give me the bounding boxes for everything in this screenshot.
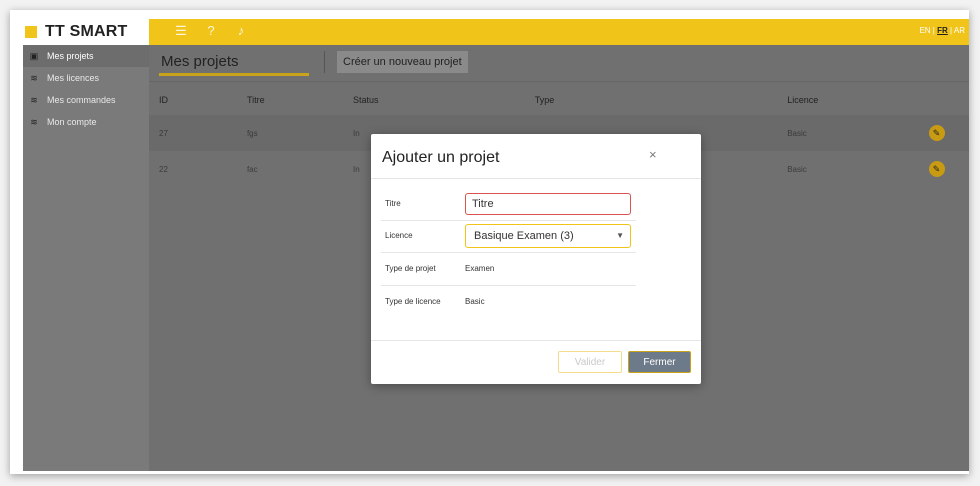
divider	[149, 81, 969, 82]
close-icon[interactable]: ×	[649, 147, 657, 162]
edit-icon[interactable]: ✎	[928, 161, 945, 177]
licence-select[interactable]: Basique Examen (3) ▼	[465, 224, 631, 248]
cell-licence: Basic	[787, 164, 807, 174]
cell-title: fac	[246, 164, 258, 174]
stack-icon: ≋	[30, 116, 38, 127]
titre-input[interactable]: Titre	[465, 193, 631, 215]
app: TT SMART ☰ ? ♪ EN | FR | AR ▣ Mes projet…	[23, 19, 969, 471]
cell-actions: ✎	[928, 115, 969, 151]
cell-actions: ✎	[928, 151, 969, 187]
cell-licence: Basic	[787, 128, 807, 138]
bell-icon[interactable]: ♪	[233, 23, 249, 39]
sidebar-item-mes-projets[interactable]: ▣ Mes projets	[23, 45, 149, 67]
tab-separator	[324, 51, 325, 73]
licence-select-value: Basique Examen (3)	[474, 230, 574, 242]
menu-icon[interactable]: ☰	[173, 23, 189, 39]
language-switcher: EN | FR | AR	[919, 26, 965, 35]
brand-logo-icon	[25, 26, 37, 38]
form-row-type-licence: Type de licence Basic	[381, 286, 636, 318]
lang-ar[interactable]: AR	[954, 26, 965, 35]
chevron-down-icon: ▼	[616, 231, 624, 240]
stack-icon: ≋	[30, 72, 38, 83]
form-row-type-projet: Type de projet Examen	[381, 253, 636, 286]
cell-id: 22	[159, 164, 168, 174]
tabs: Mes projets Créer un nouveau projet	[149, 45, 969, 82]
form-row-licence: Licence Basique Examen (3) ▼	[381, 220, 636, 253]
divider	[371, 178, 701, 179]
type-licence-value: Basic	[465, 297, 485, 306]
window-frame: TT SMART ☰ ? ♪ EN | FR | AR ▣ Mes projet…	[10, 10, 969, 474]
column-header-licence[interactable]: Licence	[787, 85, 928, 115]
help-icon[interactable]: ?	[203, 23, 219, 39]
fermer-button[interactable]: Fermer	[628, 351, 691, 373]
type-licence-label: Type de licence	[385, 297, 441, 306]
sidebar-item-mon-compte[interactable]: ≋ Mon compte	[23, 111, 149, 133]
add-project-modal: Ajouter un projet × Titre Titre Licence …	[371, 134, 701, 384]
lang-en[interactable]: EN	[919, 26, 930, 35]
type-projet-label: Type de projet	[385, 264, 436, 273]
valider-button[interactable]: Valider	[558, 351, 622, 373]
tab-mes-projets[interactable]: Mes projets	[161, 53, 239, 70]
licence-label: Licence	[385, 231, 413, 240]
sidebar-item-label: Mes projets	[47, 51, 94, 61]
sidebar-item-mes-commandes[interactable]: ≋ Mes commandes	[23, 89, 149, 111]
sidebar: ▣ Mes projets ≋ Mes licences ≋ Mes comma…	[23, 45, 149, 471]
lang-fr[interactable]: FR	[937, 26, 948, 35]
tab-underline	[159, 73, 309, 76]
lang-separator: |	[932, 26, 935, 35]
lang-separator: |	[950, 26, 953, 35]
brand[interactable]: TT SMART	[23, 19, 149, 45]
column-header-type[interactable]: Type	[535, 85, 787, 115]
sidebar-item-label: Mes commandes	[47, 95, 116, 105]
column-header-title[interactable]: Titre	[247, 85, 353, 115]
modal-title: Ajouter un projet	[382, 149, 500, 166]
cell-id: 27	[159, 128, 168, 138]
table-header-row: ID Titre Status Type Licence	[149, 85, 969, 115]
edit-icon[interactable]: ✎	[928, 125, 945, 141]
top-bar: TT SMART ☰ ? ♪ EN | FR | AR	[23, 19, 969, 45]
form-row-titre: Titre Titre	[381, 188, 636, 221]
sidebar-item-label: Mon compte	[47, 117, 97, 127]
titre-label: Titre	[385, 199, 401, 208]
cell-title: fgs	[246, 128, 258, 138]
new-project-button[interactable]: Créer un nouveau projet	[337, 51, 468, 73]
type-projet-value: Examen	[465, 264, 495, 273]
column-header-status[interactable]: Status	[353, 85, 535, 115]
divider	[371, 340, 701, 341]
sidebar-item-mes-licences[interactable]: ≋ Mes licences	[23, 67, 149, 89]
folder-icon: ▣	[29, 50, 39, 61]
brand-name: TT SMART	[45, 23, 128, 40]
top-icons: ☰ ? ♪	[173, 23, 249, 39]
stack-icon: ≋	[30, 94, 38, 105]
column-header-actions	[929, 85, 969, 115]
column-header-id[interactable]: ID	[149, 85, 247, 115]
sidebar-item-label: Mes licences	[47, 73, 100, 83]
